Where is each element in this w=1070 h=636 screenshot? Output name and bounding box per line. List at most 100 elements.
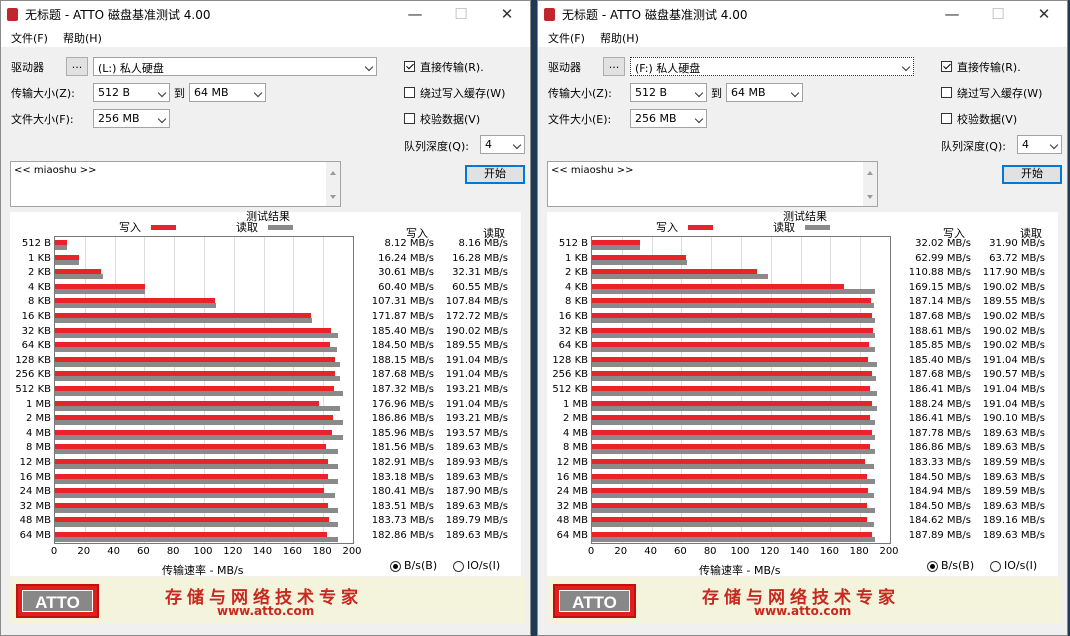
drive-select[interactable]: (F:) 私人硬盘 (630, 57, 914, 76)
queue-depth-label: 队列深度(Q): (404, 140, 469, 153)
menu-help[interactable]: 帮助(H) (600, 30, 639, 46)
menu-file[interactable]: 文件(F) (11, 30, 48, 46)
y-category-label: 4 KB (565, 281, 588, 293)
read-value: 189.63 MB/s (982, 442, 1045, 454)
verify-checkbox[interactable] (404, 113, 415, 124)
read-value: 60.55 MB/s (452, 281, 508, 293)
close-icon[interactable]: ✕ (1021, 1, 1067, 27)
transfer-from-select[interactable]: 512 B (630, 83, 707, 102)
menu-bar: 文件(F) 帮助(H) (538, 27, 1067, 47)
banner-url: www.atto.com (217, 604, 315, 618)
bypass-cache-checkbox[interactable] (941, 87, 952, 98)
y-category-label: 8 MB (562, 442, 588, 454)
bytes-radio[interactable] (390, 561, 401, 572)
file-size-label: 文件大小(E): (548, 113, 612, 126)
x-tick-label: 60 (674, 546, 687, 557)
menu-file[interactable]: 文件(F) (548, 30, 585, 46)
atto-banner[interactable]: ATTO 存储与网络技术专家 www.atto.com (10, 577, 525, 623)
y-category-label: 16 MB (556, 471, 588, 483)
transfer-to-select[interactable]: 64 MB (189, 83, 266, 102)
y-category-label: 4 MB (562, 427, 588, 439)
x-tick-label: 0 (587, 546, 595, 557)
queue-depth-select[interactable]: 4 (480, 135, 525, 154)
y-category-label: 1 KB (28, 252, 51, 264)
menu-help[interactable]: 帮助(H) (63, 30, 102, 46)
read-bar (592, 537, 875, 542)
drive-label: 驱动器 (11, 61, 44, 74)
chevron-down-icon (157, 114, 167, 124)
browse-button[interactable]: ... (66, 57, 88, 76)
write-value: 187.32 MB/s (371, 384, 434, 395)
read-bar (55, 361, 340, 367)
y-category-label: 2 KB (565, 267, 588, 279)
io-radio[interactable] (453, 561, 464, 572)
io-radio[interactable] (990, 561, 1001, 572)
verify-label: 校验数据(V) (957, 113, 1018, 126)
scrollbar[interactable] (326, 162, 340, 206)
io-radio-label: IO/s(I) (467, 559, 501, 572)
queue-depth-label: 队列深度(Q): (941, 140, 1006, 153)
read-bar (592, 522, 874, 528)
read-bar (55, 391, 343, 396)
start-button[interactable]: 开始 (1002, 165, 1062, 184)
legend-read-label: 读取 (236, 221, 258, 234)
scrollbar[interactable] (863, 162, 877, 206)
banner-url: www.atto.com (754, 604, 852, 618)
y-category-label: 16 MB (19, 471, 51, 483)
read-bar (592, 434, 875, 440)
drive-select[interactable]: (L:) 私人硬盘 (93, 57, 377, 76)
browse-button[interactable]: ... (603, 57, 625, 76)
write-value: 185.96 MB/s (371, 427, 434, 439)
minimize-icon[interactable]: — (392, 1, 438, 27)
write-value: 180.41 MB/s (371, 486, 434, 498)
x-tick-label: 100 (193, 546, 213, 557)
queue-depth-select[interactable]: 4 (1017, 135, 1062, 154)
read-bar (592, 274, 768, 280)
description-box[interactable]: << miaoshu >> (547, 161, 878, 207)
x-tick-label: 140 (253, 546, 273, 557)
read-value: 193.57 MB/s (445, 427, 508, 439)
x-tick-label: 60 (137, 546, 150, 557)
x-tick-label: 200 (879, 546, 899, 557)
transfer-from-select[interactable]: 512 B (93, 83, 170, 102)
results-panel: 测试结果 写入 读取 写入 读取 传输速率 - MB/s B/s(B) IO/s… (547, 210, 1058, 577)
write-value: 186.86 MB/s (371, 413, 434, 425)
bytes-radio[interactable] (927, 561, 938, 572)
bypass-cache-checkbox[interactable] (404, 87, 415, 98)
read-value: 189.79 MB/s (445, 515, 508, 527)
direct-io-checkbox[interactable] (941, 61, 952, 72)
read-bar (592, 405, 877, 411)
y-category-label: 16 KB (21, 311, 51, 322)
read-bar (55, 245, 68, 250)
bypass-cache-label: 绕过写入缓存(W) (420, 87, 506, 100)
file-size-select[interactable]: 256 MB (93, 109, 170, 128)
description-box[interactable]: << miaoshu >> (10, 161, 341, 207)
legend-write-swatch (688, 225, 713, 230)
verify-checkbox[interactable] (941, 113, 952, 124)
legend-read-label: 读取 (773, 221, 795, 234)
write-value: 188.15 MB/s (371, 354, 434, 366)
write-value: 8.12 MB/s (384, 238, 434, 249)
x-tick-label: 160 (282, 546, 302, 557)
title-bar[interactable]: 无标题 - ATTO 磁盘基准测试 4.00 — ☐ ✕ (538, 1, 1067, 27)
atto-banner[interactable]: ATTO 存储与网络技术专家 www.atto.com (547, 577, 1062, 623)
direct-io-checkbox[interactable] (404, 61, 415, 72)
y-category-label: 8 KB (565, 296, 588, 308)
read-value: 107.84 MB/s (445, 296, 508, 308)
x-tick-label: 100 (730, 546, 750, 557)
chevron-down-icon (364, 62, 374, 72)
minimize-icon[interactable]: — (929, 1, 975, 27)
x-tick-label: 120 (223, 546, 243, 557)
read-value: 16.28 MB/s (452, 252, 508, 264)
file-size-select[interactable]: 256 MB (630, 109, 707, 128)
read-value: 189.63 MB/s (445, 442, 508, 454)
x-tick-label: 0 (50, 546, 58, 557)
read-value: 190.10 MB/s (982, 413, 1045, 425)
read-value: 187.90 MB/s (445, 486, 508, 498)
transfer-to-select[interactable]: 64 MB (726, 83, 803, 102)
read-value: 190.02 MB/s (982, 325, 1045, 337)
start-button[interactable]: 开始 (465, 165, 525, 184)
title-bar[interactable]: 无标题 - ATTO 磁盘基准测试 4.00 — ☐ ✕ (1, 1, 530, 27)
read-value: 190.57 MB/s (982, 369, 1045, 381)
close-icon[interactable]: ✕ (484, 1, 530, 27)
